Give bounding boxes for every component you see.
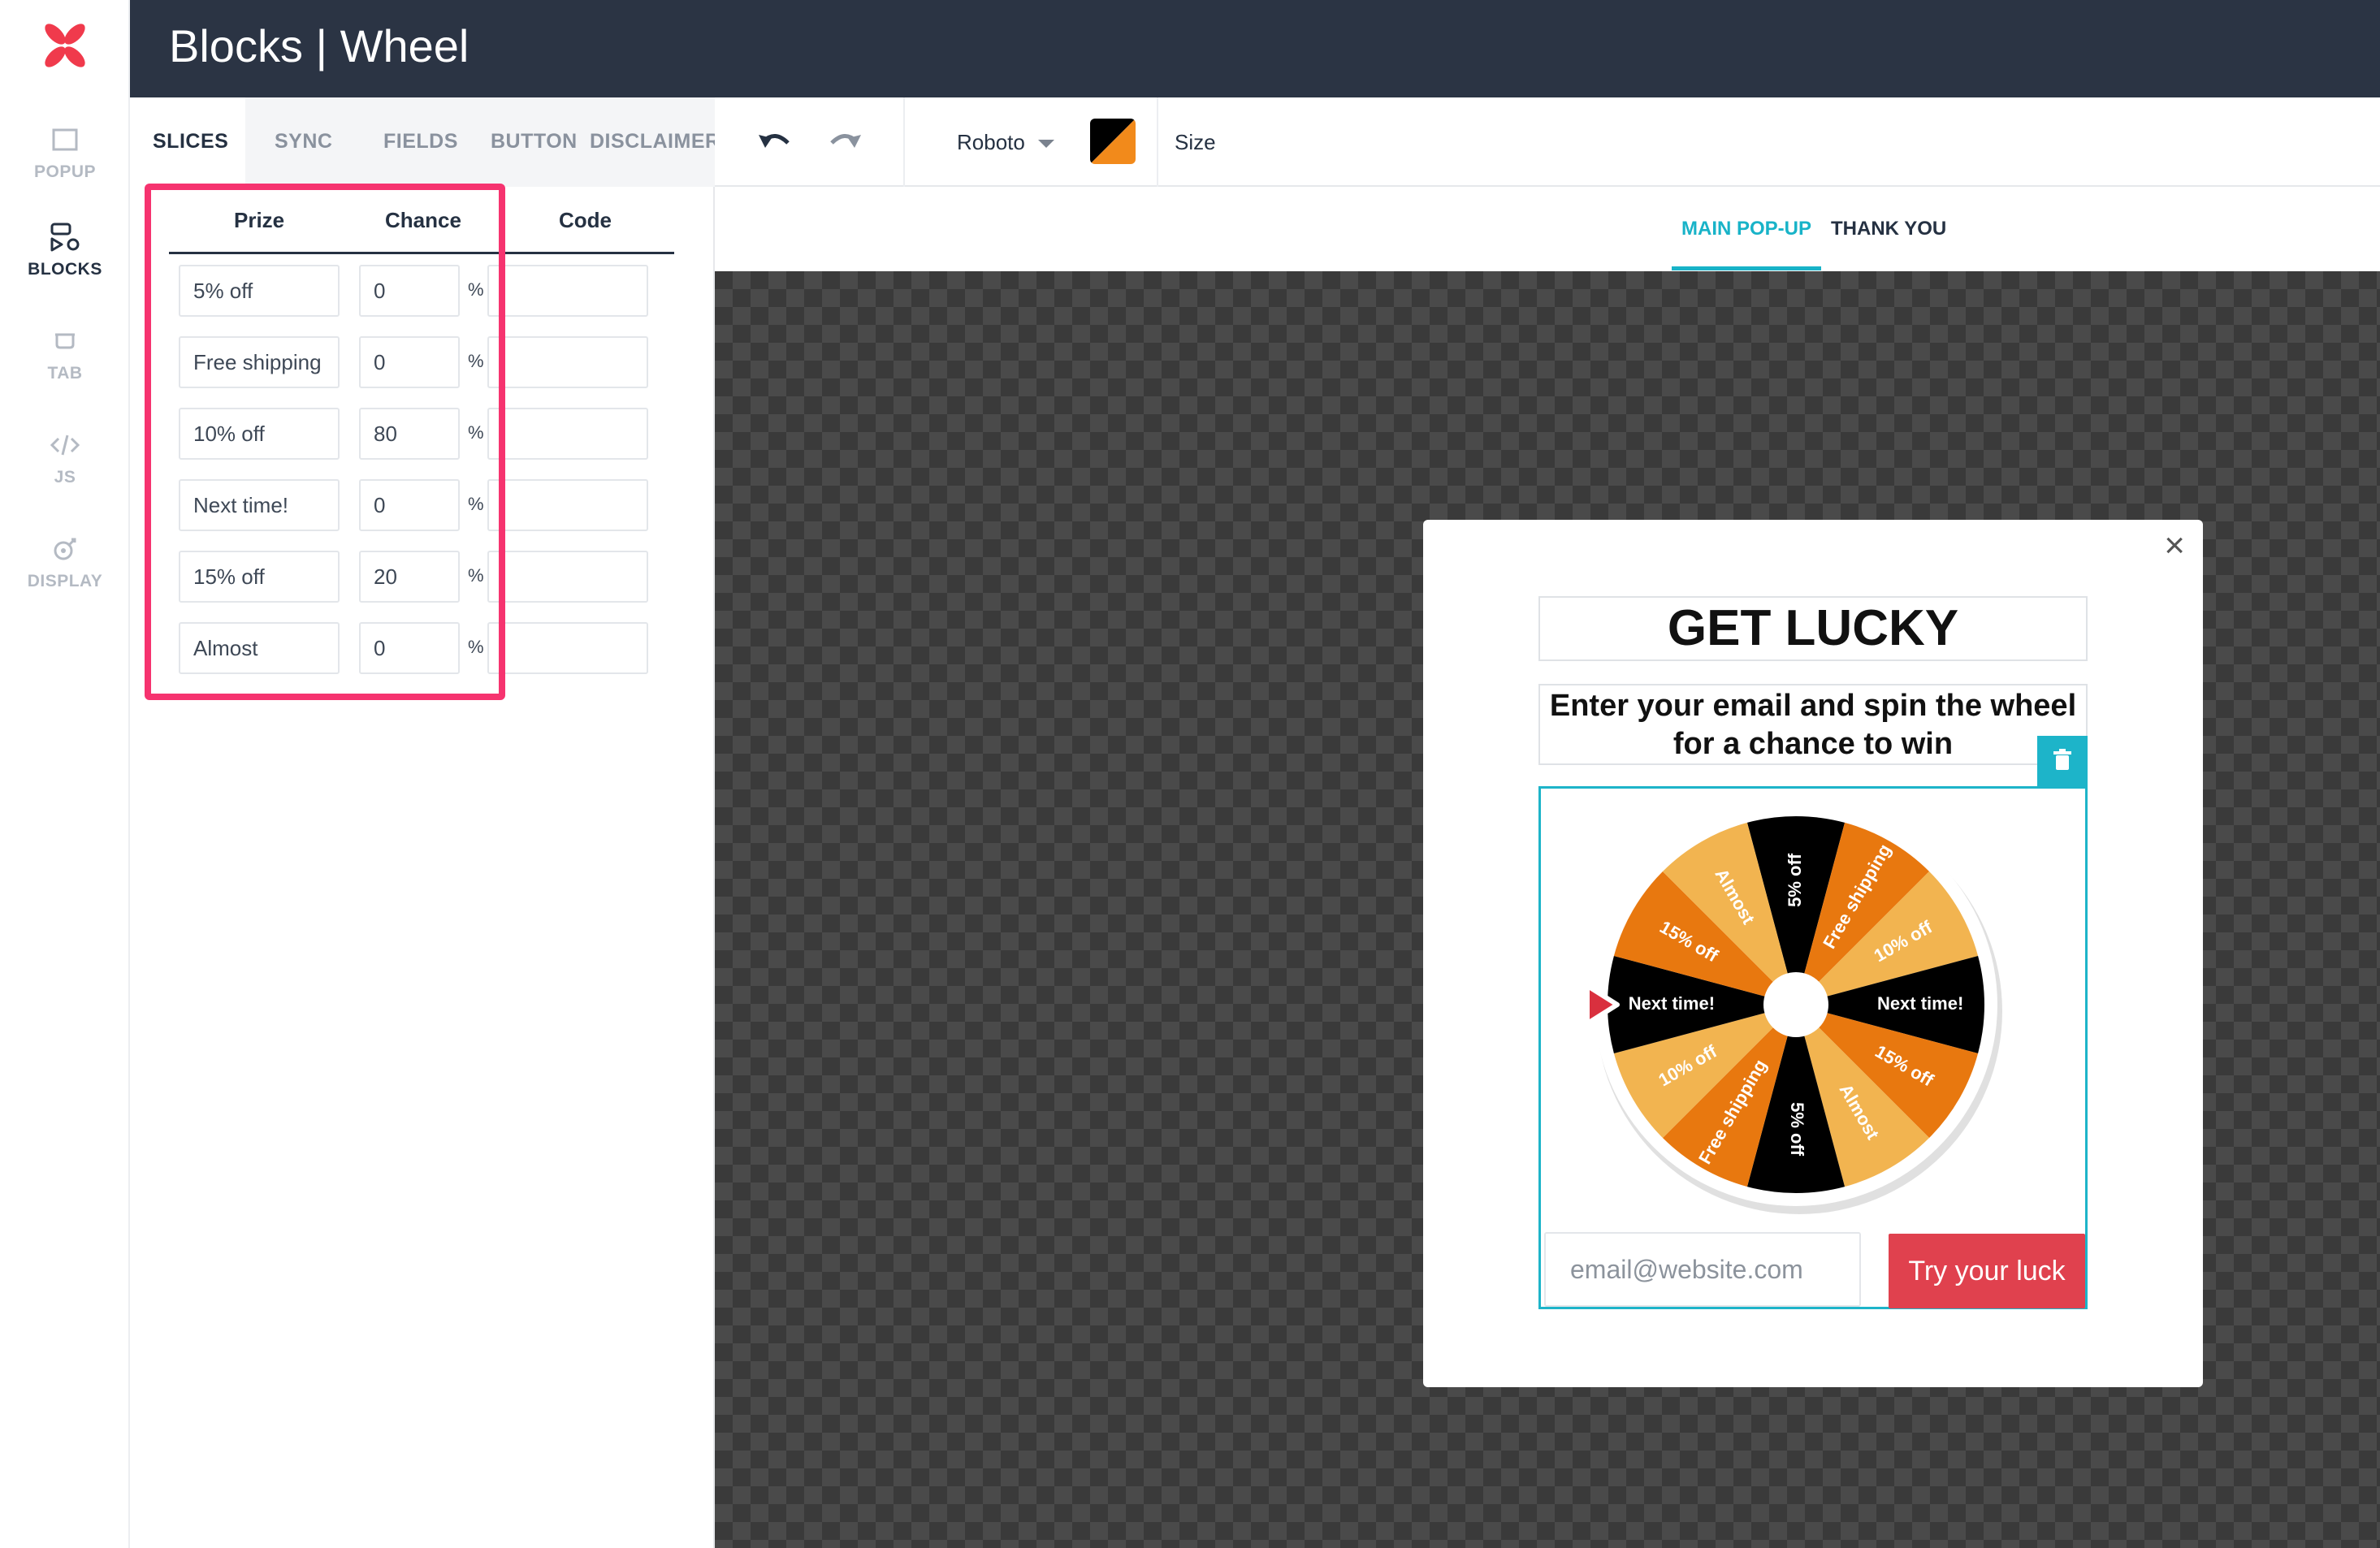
blocks-icon xyxy=(50,223,80,252)
brand-logo-icon[interactable] xyxy=(41,19,89,71)
tab-sync[interactable]: SYNC xyxy=(275,130,332,154)
code-input[interactable] xyxy=(487,551,648,603)
view-tabs: MAIN POP-UP THANK YOU xyxy=(715,188,2380,271)
rail-label-js: JS xyxy=(54,468,76,486)
active-tab-underline xyxy=(1672,266,1821,270)
trash-icon xyxy=(2053,749,2071,770)
close-icon[interactable]: × xyxy=(2164,528,2185,564)
rail-label-blocks: BLOCKS xyxy=(28,260,102,279)
subheading-line: Enter your email and spin the wheel xyxy=(1549,689,2077,723)
try-your-luck-button[interactable]: Try your luck xyxy=(1889,1234,2085,1308)
display-target-icon xyxy=(54,538,76,560)
tab-thank-you[interactable]: THANK YOU xyxy=(1831,218,1946,240)
code-icon xyxy=(50,435,80,456)
color-swatch-icon xyxy=(1090,119,1136,164)
wheel-slice-label: Next time! xyxy=(1877,993,1963,1014)
popup-preview: × GET LUCKY Enter your email and spin th… xyxy=(1423,520,2203,1387)
redo-icon[interactable] xyxy=(825,127,864,159)
header-bar: Blocks | Wheel xyxy=(130,0,2380,97)
rail-item-popup[interactable]: POPUP xyxy=(0,122,130,211)
tab-slices[interactable]: SLICES xyxy=(153,130,228,154)
popup-subheading[interactable]: Enter your email and spin the wheel for … xyxy=(1538,684,2088,765)
rail-label-display: DISPLAY xyxy=(27,572,103,590)
code-input[interactable] xyxy=(487,622,648,674)
font-select[interactable]: Roboto xyxy=(957,130,1054,155)
wheel-slices: 5% off Free shipping10% offNext time!15% … xyxy=(1595,803,2002,1214)
chevron-down-icon xyxy=(1037,140,1054,149)
wheel-slice-label: 5% off xyxy=(1785,853,1805,907)
prize-chance-highlight xyxy=(145,184,505,700)
tab-disclaimer[interactable]: DISCLAIMER xyxy=(590,130,720,154)
size-control[interactable]: Size xyxy=(1175,130,1216,155)
subheading-line: for a chance to win xyxy=(1672,727,1954,761)
popup-heading[interactable]: GET LUCKY xyxy=(1538,596,2088,661)
undo-icon[interactable] xyxy=(755,127,794,159)
code-input[interactable] xyxy=(487,479,648,531)
code-input[interactable] xyxy=(487,265,648,317)
editor-tabs: SLICES SYNC FIELDS BUTTON DISCLAIMER xyxy=(130,97,720,187)
tab-fields[interactable]: FIELDS xyxy=(383,130,458,154)
toolbar-divider xyxy=(903,97,905,187)
wheel-slice-label: 5% off xyxy=(1787,1102,1807,1157)
color-swatch[interactable] xyxy=(1090,119,1136,164)
rail-item-js[interactable]: JS xyxy=(0,427,130,517)
rail-label-popup: POPUP xyxy=(33,162,97,181)
rail-item-blocks[interactable]: BLOCKS xyxy=(0,219,130,309)
code-input[interactable] xyxy=(487,408,648,460)
column-header-code: Code xyxy=(559,208,612,232)
code-input[interactable] xyxy=(487,336,648,388)
left-rail: POPUP BLOCKS TAB JS DISPLAY xyxy=(0,0,130,1548)
tab-button[interactable]: BUTTON xyxy=(491,130,578,154)
rail-item-tab[interactable]: TAB xyxy=(0,323,130,413)
popup-icon xyxy=(52,128,78,151)
wheel-block[interactable]: 5% off Free shipping 10% off Next time! 15% … xyxy=(1538,786,2088,1309)
rail-item-display[interactable]: DISPLAY xyxy=(0,531,130,620)
rail-label-tab: TAB xyxy=(47,364,83,383)
prize-wheel[interactable]: 5% off Free shipping10% offNext time!15% … xyxy=(1590,797,2028,1219)
wheel-hub xyxy=(1763,972,1828,1037)
tab-main-popup[interactable]: MAIN POP-UP xyxy=(1681,218,1811,240)
page-title: Blocks | Wheel xyxy=(169,20,470,71)
font-select-value: Roboto xyxy=(957,130,1025,154)
delete-block-button[interactable] xyxy=(2037,736,2088,786)
wheel-slice-label: Next time! xyxy=(1629,993,1715,1014)
tab-icon xyxy=(55,333,75,349)
toolbar-divider xyxy=(1157,97,1158,187)
editor-toolbar: Roboto Size xyxy=(715,97,2380,187)
email-input[interactable]: email@website.com xyxy=(1544,1232,1861,1307)
